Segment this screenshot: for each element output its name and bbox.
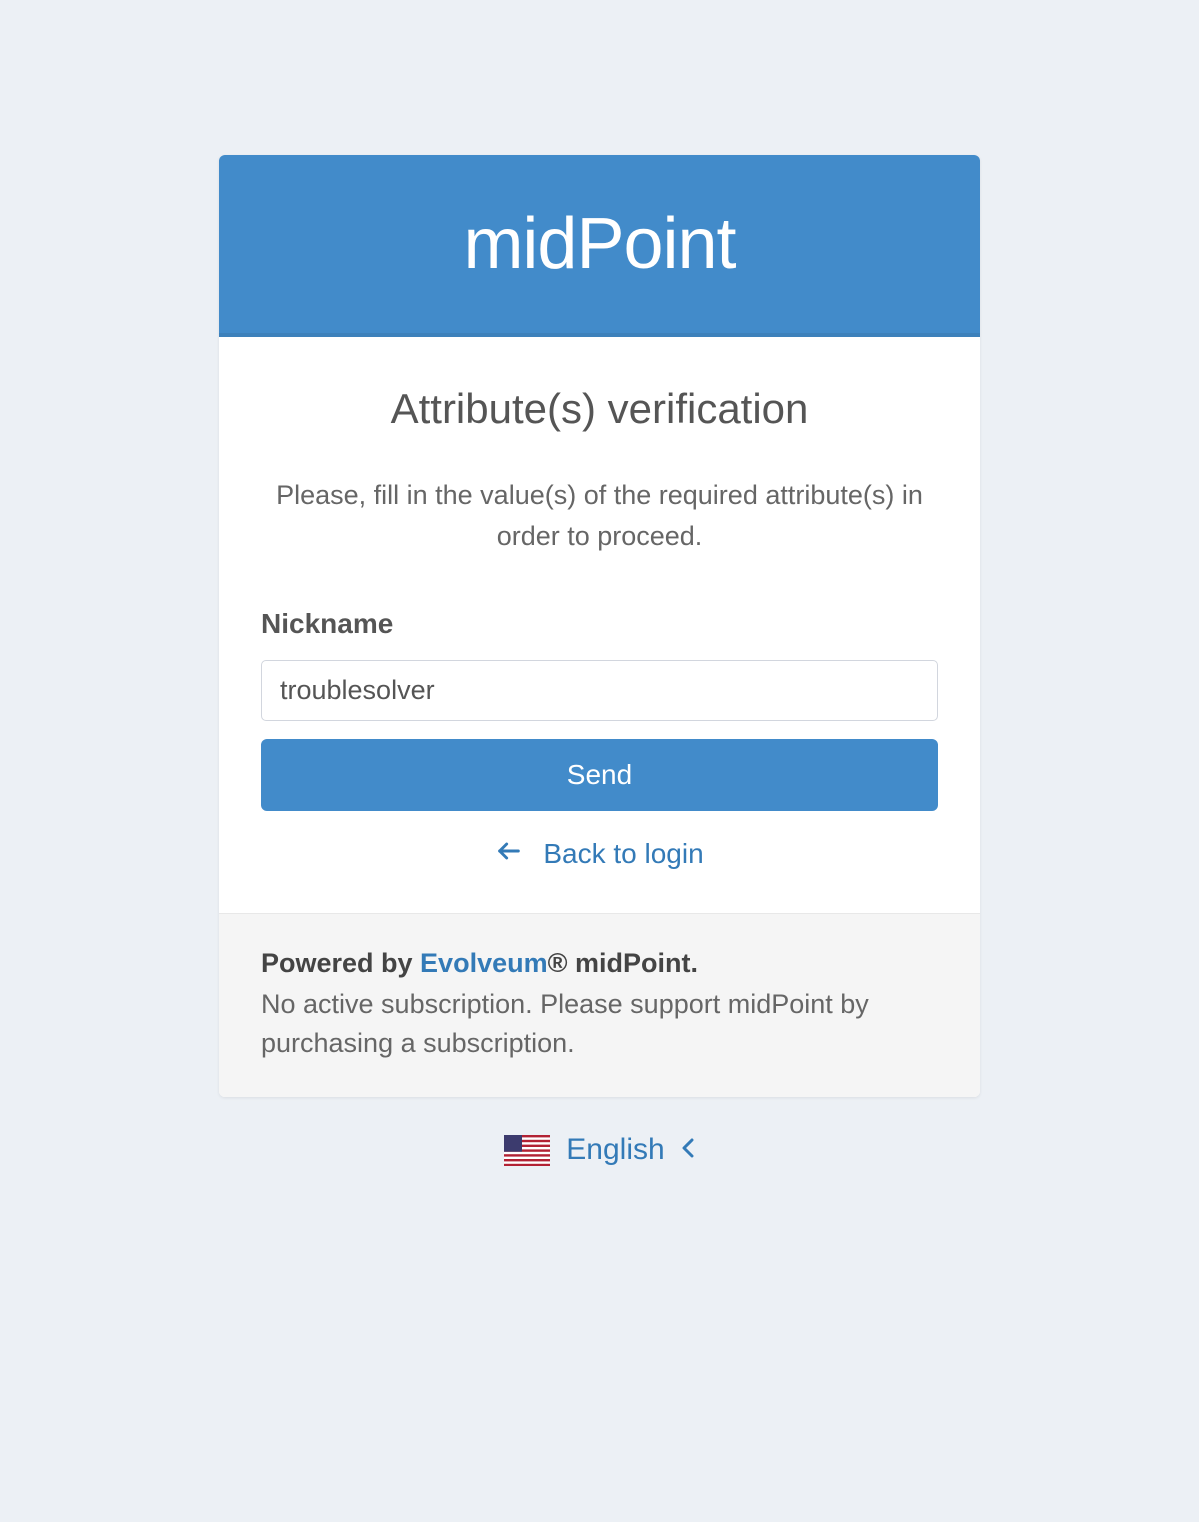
- card-header: midPoint: [219, 155, 980, 337]
- back-to-login-link[interactable]: Back to login: [261, 837, 938, 871]
- back-link-text: Back to login: [543, 838, 703, 870]
- brand-title: midPoint: [239, 203, 960, 285]
- powered-by-text: Powered by Evolveum® midPoint.: [261, 948, 938, 979]
- card-footer: Powered by Evolveum® midPoint. No active…: [219, 913, 980, 1097]
- arrow-left-icon: [495, 837, 523, 871]
- language-selector[interactable]: English: [504, 1133, 694, 1167]
- verification-card: midPoint Attribute(s) verification Pleas…: [219, 155, 980, 1097]
- us-flag-icon: [504, 1135, 550, 1166]
- card-body: Attribute(s) verification Please, fill i…: [219, 337, 980, 913]
- send-button[interactable]: Send: [261, 739, 938, 811]
- page-title: Attribute(s) verification: [261, 385, 938, 433]
- subscription-text: No active subscription. Please support m…: [261, 985, 938, 1063]
- language-label: English: [566, 1133, 664, 1167]
- evolveum-link[interactable]: Evolveum: [420, 948, 548, 978]
- chevron-left-icon: [681, 1133, 695, 1167]
- nickname-input[interactable]: [261, 660, 938, 721]
- page-description: Please, fill in the value(s) of the requ…: [261, 475, 938, 556]
- nickname-label: Nickname: [261, 608, 938, 640]
